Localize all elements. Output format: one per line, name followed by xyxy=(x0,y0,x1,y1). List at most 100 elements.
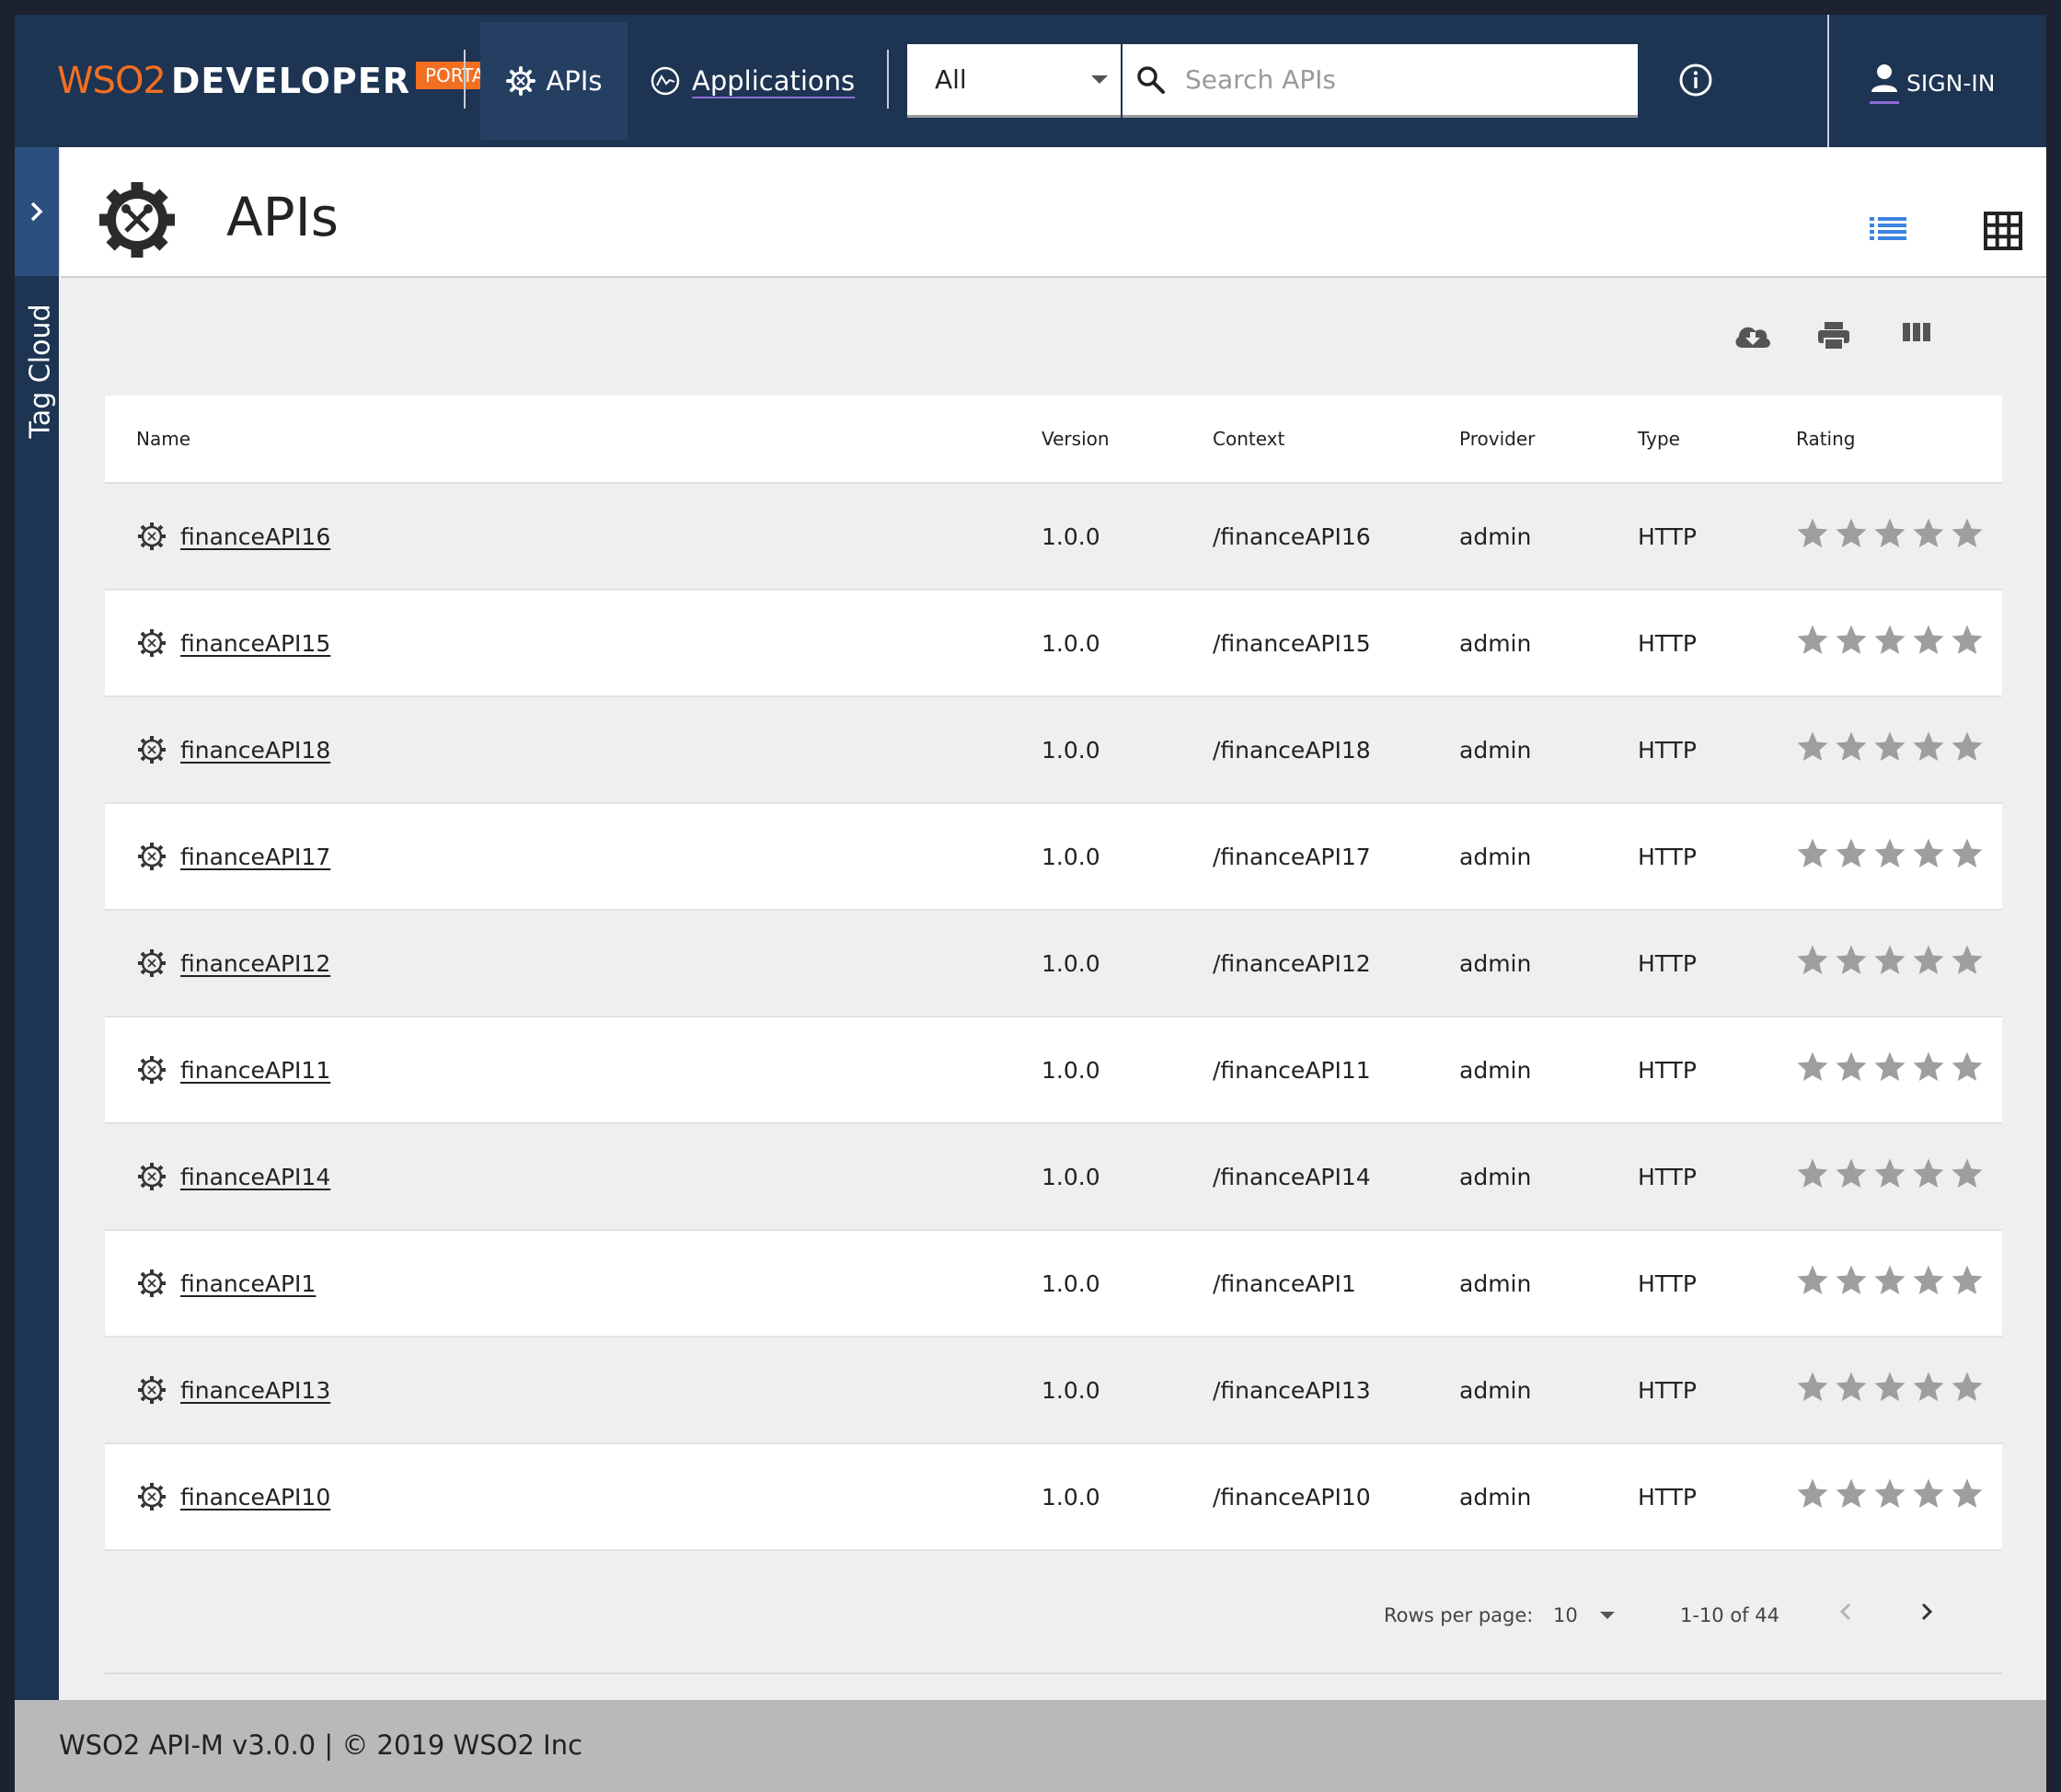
star-icon[interactable] xyxy=(1951,730,1984,764)
star-icon[interactable] xyxy=(1912,730,1945,764)
api-name-link[interactable]: financeAPI13 xyxy=(180,1377,330,1404)
table-row[interactable]: financeAPI15 1.0.0 /financeAPI15 admin H… xyxy=(105,591,2002,697)
table-row[interactable]: financeAPI17 1.0.0 /financeAPI17 admin H… xyxy=(105,804,2002,911)
column-header-type[interactable]: Type xyxy=(1638,396,1680,482)
star-icon[interactable] xyxy=(1873,837,1906,870)
previous-page-button[interactable] xyxy=(1836,1601,1855,1626)
star-icon[interactable] xyxy=(1796,730,1829,764)
sign-in-button[interactable]: SIGN-IN xyxy=(1870,63,1995,104)
star-icon[interactable] xyxy=(1873,1157,1906,1190)
table-row[interactable]: financeAPI1 1.0.0 /financeAPI1 admin HTT… xyxy=(105,1231,2002,1338)
star-icon[interactable] xyxy=(1835,944,1868,977)
column-header-rating[interactable]: Rating xyxy=(1796,396,1855,482)
table-row[interactable]: financeAPI13 1.0.0 /financeAPI13 admin H… xyxy=(105,1338,2002,1444)
star-icon[interactable] xyxy=(1912,517,1945,550)
star-icon[interactable] xyxy=(1873,1264,1906,1297)
star-icon[interactable] xyxy=(1912,1051,1945,1084)
chevron-right-icon xyxy=(30,201,43,222)
applications-icon xyxy=(651,66,680,96)
star-icon[interactable] xyxy=(1951,1264,1984,1297)
star-icon[interactable] xyxy=(1835,1051,1868,1084)
table-row[interactable]: financeAPI11 1.0.0 /financeAPI11 admin H… xyxy=(105,1017,2002,1124)
api-name-link[interactable]: financeAPI16 xyxy=(180,523,330,550)
table-row[interactable]: financeAPI16 1.0.0 /financeAPI16 admin H… xyxy=(105,484,2002,591)
star-icon[interactable] xyxy=(1796,837,1829,870)
star-icon[interactable] xyxy=(1796,1264,1829,1297)
list-view-icon[interactable] xyxy=(1870,217,1906,245)
api-name-link[interactable]: financeAPI18 xyxy=(180,737,330,764)
star-icon[interactable] xyxy=(1796,517,1829,550)
star-icon[interactable] xyxy=(1835,1371,1868,1404)
view-columns-icon[interactable] xyxy=(1901,320,1932,348)
star-icon[interactable] xyxy=(1912,837,1945,870)
rows-per-page-select[interactable]: 10 xyxy=(1553,1604,1615,1626)
star-icon[interactable] xyxy=(1951,1371,1984,1404)
column-header-provider[interactable]: Provider xyxy=(1459,396,1535,482)
star-icon[interactable] xyxy=(1835,730,1868,764)
star-icon[interactable] xyxy=(1796,1371,1829,1404)
star-icon[interactable] xyxy=(1796,1051,1829,1084)
column-header-version[interactable]: Version xyxy=(1042,396,1110,482)
api-name-link[interactable]: financeAPI12 xyxy=(180,950,330,977)
star-icon[interactable] xyxy=(1951,944,1984,977)
sidebar-toggle-button[interactable] xyxy=(15,147,59,276)
star-icon[interactable] xyxy=(1873,517,1906,550)
download-icon[interactable] xyxy=(1732,320,1774,355)
api-name-link[interactable]: financeAPI1 xyxy=(180,1270,316,1297)
star-icon[interactable] xyxy=(1951,837,1984,870)
star-icon[interactable] xyxy=(1873,730,1906,764)
nav-applications[interactable]: Applications xyxy=(650,22,861,140)
star-icon[interactable] xyxy=(1835,624,1868,657)
star-icon[interactable] xyxy=(1912,1477,1945,1511)
table-row[interactable]: financeAPI12 1.0.0 /financeAPI12 admin H… xyxy=(105,911,2002,1017)
star-icon[interactable] xyxy=(1873,1371,1906,1404)
column-header-context[interactable]: Context xyxy=(1213,396,1284,482)
api-name-link[interactable]: financeAPI14 xyxy=(180,1164,330,1190)
rating-stars xyxy=(1796,624,1984,657)
tag-cloud-tab[interactable]: Tag Cloud xyxy=(25,298,57,445)
search-input[interactable] xyxy=(1183,63,1610,96)
star-icon[interactable] xyxy=(1912,1157,1945,1190)
star-icon[interactable] xyxy=(1912,1371,1945,1404)
star-icon[interactable] xyxy=(1796,1477,1829,1511)
next-page-button[interactable] xyxy=(1917,1601,1936,1626)
star-icon[interactable] xyxy=(1912,624,1945,657)
api-name-link[interactable]: financeAPI15 xyxy=(180,630,330,657)
api-type: HTTP xyxy=(1638,1163,1697,1190)
star-icon[interactable] xyxy=(1951,1157,1984,1190)
star-icon[interactable] xyxy=(1873,944,1906,977)
api-name-cell: financeAPI10 xyxy=(136,1444,330,1549)
star-icon[interactable] xyxy=(1912,1264,1945,1297)
star-icon[interactable] xyxy=(1951,517,1984,550)
star-icon[interactable] xyxy=(1951,624,1984,657)
rating-stars xyxy=(1796,944,1984,977)
wso2-developer-portal-logo[interactable]: WSO2 DEVELOPER PORTAL xyxy=(57,53,504,109)
star-icon[interactable] xyxy=(1873,624,1906,657)
star-icon[interactable] xyxy=(1951,1477,1984,1511)
table-row[interactable]: financeAPI14 1.0.0 /financeAPI14 admin H… xyxy=(105,1124,2002,1231)
star-icon[interactable] xyxy=(1835,1477,1868,1511)
star-icon[interactable] xyxy=(1873,1477,1906,1511)
star-icon[interactable] xyxy=(1796,624,1829,657)
column-header-name[interactable]: Name xyxy=(136,396,190,482)
info-icon[interactable] xyxy=(1678,63,1713,101)
star-icon[interactable] xyxy=(1835,837,1868,870)
print-icon[interactable] xyxy=(1816,320,1851,355)
star-icon[interactable] xyxy=(1951,1051,1984,1084)
star-icon[interactable] xyxy=(1835,1157,1868,1190)
table-row[interactable]: financeAPI18 1.0.0 /financeAPI18 admin H… xyxy=(105,697,2002,804)
star-icon[interactable] xyxy=(1796,1157,1829,1190)
star-icon[interactable] xyxy=(1873,1051,1906,1084)
table-row[interactable]: financeAPI10 1.0.0 /financeAPI10 admin H… xyxy=(105,1444,2002,1551)
api-context: /financeAPI18 xyxy=(1213,736,1371,764)
api-name-link[interactable]: financeAPI11 xyxy=(180,1057,330,1084)
nav-apis[interactable]: APIs xyxy=(480,22,628,140)
api-name-link[interactable]: financeAPI17 xyxy=(180,844,330,870)
grid-view-icon[interactable] xyxy=(1984,212,2022,254)
star-icon[interactable] xyxy=(1835,517,1868,550)
star-icon[interactable] xyxy=(1835,1264,1868,1297)
star-icon[interactable] xyxy=(1796,944,1829,977)
api-name-link[interactable]: financeAPI10 xyxy=(180,1484,330,1511)
search-scope-select[interactable]: All xyxy=(907,44,1121,118)
star-icon[interactable] xyxy=(1912,944,1945,977)
